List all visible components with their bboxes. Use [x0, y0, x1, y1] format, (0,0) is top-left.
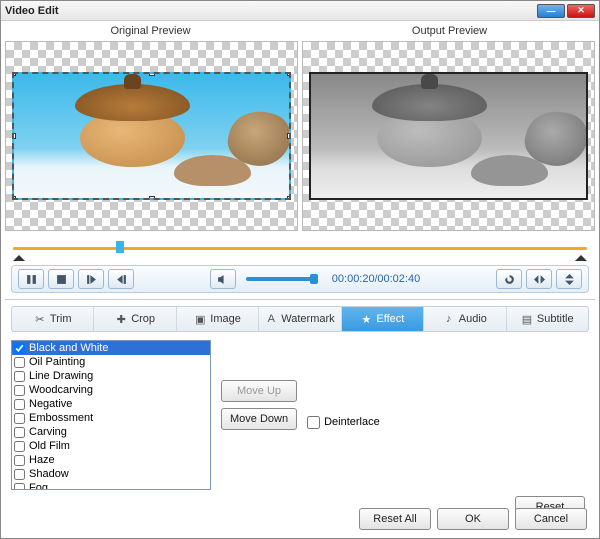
image-icon: ▣: [194, 313, 206, 325]
effect-checkbox[interactable]: [14, 371, 25, 382]
tab-bar: ✂Trim ✚Crop ▣Image AWatermark ★Effect ♪A…: [11, 306, 589, 332]
titlebar: Video Edit — ✕: [1, 1, 599, 21]
effects-listbox[interactable]: Black and White Oil Painting Line Drawing W…: [11, 340, 211, 490]
deinterlace-label: Deinterlace: [324, 416, 380, 428]
timeline-start-marker[interactable]: [13, 249, 25, 261]
music-note-icon: ♪: [443, 313, 455, 325]
volume-knob[interactable]: [310, 274, 318, 284]
pause-button[interactable]: [18, 269, 44, 289]
playback-controls: 00:00:20/00:02:40: [11, 265, 589, 293]
effect-item[interactable]: Woodcarving: [12, 383, 210, 397]
timeline[interactable]: [13, 237, 587, 261]
set-start-button[interactable]: [78, 269, 104, 289]
effect-checkbox[interactable]: [14, 427, 25, 438]
ok-button[interactable]: OK: [437, 508, 509, 530]
preview-labels: Original Preview Output Preview: [1, 21, 599, 41]
stop-button[interactable]: [48, 269, 74, 289]
crop-handle[interactable]: [287, 133, 291, 139]
crop-handle[interactable]: [287, 196, 291, 200]
reorder-buttons: Move Up Move Down: [221, 340, 297, 490]
tab-trim[interactable]: ✂Trim: [12, 307, 94, 331]
crop-handle[interactable]: [149, 196, 155, 200]
effect-item[interactable]: Oil Painting: [12, 355, 210, 369]
output-frame: [309, 72, 588, 200]
effect-checkbox[interactable]: [14, 357, 25, 368]
tab-crop[interactable]: ✚Crop: [94, 307, 176, 331]
original-preview[interactable]: [5, 41, 298, 231]
effect-label: Oil Painting: [29, 356, 85, 368]
effect-label: Old Film: [29, 440, 70, 452]
output-preview-label: Output Preview: [300, 25, 599, 37]
effect-label: Black and White: [29, 342, 108, 354]
effect-item[interactable]: Negative: [12, 397, 210, 411]
crop-frame[interactable]: [12, 72, 291, 200]
crop-handle[interactable]: [12, 196, 16, 200]
effect-label: Negative: [29, 398, 72, 410]
tab-effect[interactable]: ★Effect: [342, 307, 424, 331]
tab-audio[interactable]: ♪Audio: [424, 307, 506, 331]
effect-checkbox[interactable]: [14, 413, 25, 424]
effect-label: Fog: [29, 482, 48, 490]
separator: [5, 299, 595, 300]
volume-button[interactable]: [210, 269, 236, 289]
effect-checkbox[interactable]: [14, 455, 25, 466]
timeline-playhead[interactable]: [116, 241, 124, 253]
minimize-button[interactable]: —: [537, 4, 565, 18]
effect-label: Embossment: [29, 412, 93, 424]
subtitle-icon: ▤: [521, 313, 533, 325]
effect-item[interactable]: Black and White: [12, 341, 210, 355]
close-button[interactable]: ✕: [567, 4, 595, 18]
effect-item[interactable]: Haze: [12, 453, 210, 467]
set-end-button[interactable]: [108, 269, 134, 289]
watermark-icon: A: [265, 313, 277, 325]
scissors-icon: ✂: [34, 313, 46, 325]
crop-handle[interactable]: [12, 72, 16, 76]
crop-icon: ✚: [115, 313, 127, 325]
move-down-button[interactable]: Move Down: [221, 408, 297, 430]
effect-item[interactable]: Fog: [12, 481, 210, 490]
video-edit-window: Video Edit — ✕ Original Preview Output P…: [0, 0, 600, 539]
effect-checkbox[interactable]: [14, 385, 25, 396]
effect-item[interactable]: Shadow: [12, 467, 210, 481]
effect-item[interactable]: Carving: [12, 425, 210, 439]
crop-handle[interactable]: [149, 72, 155, 76]
effect-label: Line Drawing: [29, 370, 93, 382]
deinterlace-option: Deinterlace: [307, 354, 380, 490]
dialog-footer: Reset All OK Cancel: [359, 508, 587, 530]
effect-checkbox[interactable]: [14, 469, 25, 480]
effect-item[interactable]: Old Film: [12, 439, 210, 453]
timeline-track: [13, 247, 587, 250]
tab-subtitle[interactable]: ▤Subtitle: [507, 307, 588, 331]
original-preview-label: Original Preview: [1, 25, 300, 37]
effect-checkbox[interactable]: [14, 483, 25, 491]
crop-handle[interactable]: [287, 72, 291, 76]
effect-label: Haze: [29, 454, 55, 466]
cancel-button[interactable]: Cancel: [515, 508, 587, 530]
tab-watermark[interactable]: AWatermark: [259, 307, 341, 331]
crop-handle[interactable]: [12, 133, 16, 139]
flip-horizontal-button[interactable]: [526, 269, 552, 289]
effect-item[interactable]: Embossment: [12, 411, 210, 425]
star-icon: ★: [360, 313, 372, 325]
undo-button[interactable]: [496, 269, 522, 289]
volume-slider[interactable]: [246, 277, 316, 281]
output-preview: [302, 41, 595, 231]
effect-label: Woodcarving: [29, 384, 93, 396]
reset-all-button[interactable]: Reset All: [359, 508, 431, 530]
tab-image[interactable]: ▣Image: [177, 307, 259, 331]
effect-checkbox[interactable]: [14, 399, 25, 410]
effect-label: Carving: [29, 426, 67, 438]
timecode: 00:00:20/00:02:40: [332, 273, 420, 285]
flip-vertical-button[interactable]: [556, 269, 582, 289]
window-title: Video Edit: [5, 5, 535, 17]
effect-label: Shadow: [29, 468, 69, 480]
preview-area: [1, 41, 599, 231]
move-up-button[interactable]: Move Up: [221, 380, 297, 402]
effects-panel: Black and White Oil Painting Line Drawing W…: [11, 340, 589, 490]
deinterlace-checkbox[interactable]: [307, 416, 320, 429]
timeline-end-marker[interactable]: [575, 249, 587, 261]
effect-item[interactable]: Line Drawing: [12, 369, 210, 383]
effect-checkbox[interactable]: [14, 343, 25, 354]
effect-checkbox[interactable]: [14, 441, 25, 452]
